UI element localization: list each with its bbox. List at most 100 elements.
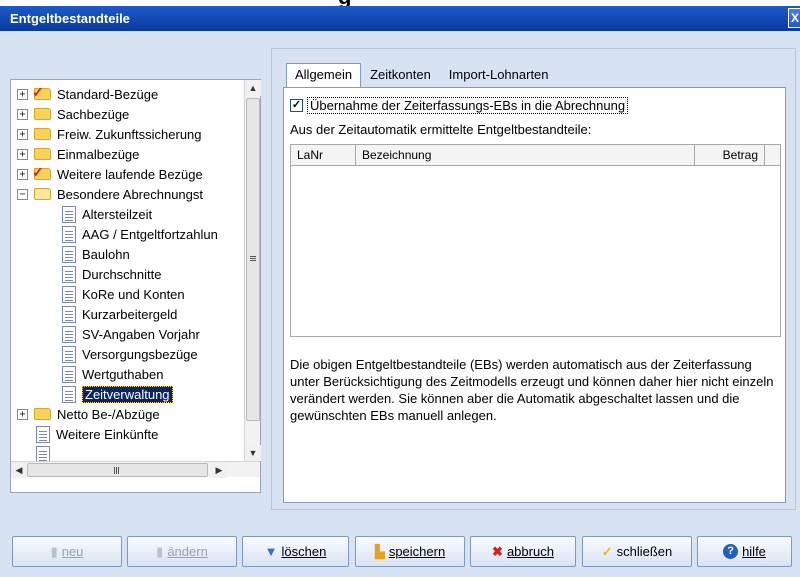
tree-item-label: Besondere Abrechnungst <box>57 186 203 202</box>
tree-item-durchschnitte[interactable]: Durchschnitte <box>62 264 161 284</box>
tree-item-netto-be-abzuege[interactable]: + Netto Be-/Abzüge <box>17 404 160 424</box>
tree-item-versorgungsbezuege[interactable]: Versorgungsbezüge <box>62 344 198 364</box>
folder-icon <box>34 128 51 140</box>
tree-item-label: Durchschnitte <box>82 266 162 282</box>
tree-item-label: Wertguthaben <box>82 366 164 382</box>
tab-page-allgemein: ✓ Übernahme der Zeiterfassungs-EBs in di… <box>283 87 786 503</box>
scroll-down-icon[interactable]: ▼ <box>245 445 261 461</box>
tab-allgemein[interactable]: Allgemein <box>286 63 362 88</box>
column-header-betrag[interactable]: Betrag <box>695 145 765 166</box>
tree-item-freiw-zukunftssicherung[interactable]: + Freiw. Zukunftssicherung <box>17 124 202 144</box>
tree-item-zeitverwaltung[interactable]: Zeitverwaltung <box>62 384 173 404</box>
column-header-lanr[interactable]: LaNr <box>291 145 356 166</box>
document-icon <box>62 365 76 383</box>
document-icon <box>62 325 76 343</box>
tree-item-wertguthaben[interactable]: Wertguthaben <box>62 364 163 384</box>
cancel-icon: ✖ <box>492 544 503 559</box>
scroll-up-icon[interactable]: ▲ <box>245 80 261 96</box>
expand-toggle[interactable]: + <box>17 148 28 160</box>
expand-toggle[interactable]: + <box>17 88 28 100</box>
dialog-window: Entgeltbestandteile X + ✓ Standard-Bezüg… <box>0 6 800 577</box>
document-icon <box>62 285 76 303</box>
detail-panel: Allgemein Zeitkonten Import-Lohnarten ✓ … <box>271 48 796 510</box>
table-caption: Aus der Zeitautomatik ermittelte Entgelt… <box>290 122 592 137</box>
document-icon <box>62 265 76 283</box>
tree-item-label: Sachbezüge <box>57 106 130 122</box>
tree-item-kurzarbeitergeld[interactable]: Kurzarbeitergeld <box>62 304 177 324</box>
expand-toggle[interactable]: + <box>17 168 28 180</box>
new-document-icon: ▮ <box>50 544 58 559</box>
info-text: Die obigen Entgeltbestandteile (EBs) wer… <box>290 357 774 423</box>
document-icon <box>36 425 50 443</box>
tree-item-sachbezuege[interactable]: + Sachbezüge <box>17 104 129 124</box>
delete-icon: ▼ <box>264 544 278 559</box>
tree-item-label: AAG / Entgeltfortzahlun <box>82 226 218 242</box>
uebernahme-checkbox-label[interactable]: Übernahme der Zeiterfassungs-EBs in die … <box>307 97 629 114</box>
window-title: Entgeltbestandteile <box>10 11 130 26</box>
document-icon <box>62 245 76 263</box>
column-header-bezeichnung[interactable]: Bezeichnung <box>356 145 695 166</box>
category-tree[interactable]: + ✓ Standard-Bezüge + Sachbezüge + Freiw… <box>10 79 261 493</box>
tree-item-label: Standard-Bezüge <box>57 86 159 102</box>
tree-item-label: Netto Be-/Abzüge <box>57 406 160 422</box>
expand-toggle[interactable]: + <box>17 108 28 120</box>
delete-button[interactable]: ▼ löschen <box>242 536 349 567</box>
tree-item-label: Einmalbezüge <box>57 146 140 162</box>
tree-item-label: Weitere laufende Bezüge <box>57 166 203 182</box>
folder-icon <box>34 108 51 120</box>
tree-item-einmalbezuege[interactable]: + Einmalbezüge <box>17 144 139 164</box>
tree-item-kore-und-konten[interactable]: KoRe und Konten <box>62 284 185 304</box>
folder-checked-icon: ✓ <box>32 165 51 180</box>
scroll-right-icon[interactable]: ▶ <box>211 462 227 478</box>
tree-item-label: Altersteilzeit <box>82 206 153 222</box>
help-button[interactable]: ? hilfe <box>697 536 792 567</box>
document-icon <box>62 385 76 403</box>
expand-toggle[interactable]: + <box>17 408 28 420</box>
tree-item-partial <box>36 444 56 461</box>
edit-button[interactable]: ▮ ändern <box>127 536 237 567</box>
cancel-button[interactable]: ✖ abbruch <box>470 536 576 567</box>
tree-item-aag-entgeltfortzahlung[interactable]: AAG / Entgeltfortzahlun <box>62 224 218 244</box>
tree-item-label: Weitere Einkünfte <box>56 426 159 442</box>
document-icon <box>62 205 76 223</box>
tree-item-altersteilzeit[interactable]: Altersteilzeit <box>62 204 152 224</box>
uebernahme-checkbox[interactable]: ✓ <box>290 99 303 112</box>
title-bar: Entgeltbestandteile X <box>0 6 800 31</box>
expand-toggle[interactable]: + <box>17 128 28 140</box>
tree-item-label: SV-Angaben Vorjahr <box>82 326 200 342</box>
tree-vertical-scrollbar[interactable]: ▲ ▼ <box>244 80 261 461</box>
tree-item-label: Freiw. Zukunftssicherung <box>57 126 202 142</box>
tree-horizontal-scrollbar[interactable]: ◀ ▶ <box>11 461 260 478</box>
folder-icon <box>34 148 51 160</box>
scroll-thumb[interactable] <box>27 463 208 477</box>
tree-item-baulohn[interactable]: Baulohn <box>62 244 130 264</box>
collapse-toggle[interactable]: − <box>17 188 28 200</box>
tab-zeitkonten[interactable]: Zeitkonten <box>361 63 440 88</box>
entgelt-table[interactable]: LaNr Bezeichnung Betrag <box>290 144 781 337</box>
tree-item-weitere-laufende-bezuege[interactable]: + ✓ Weitere laufende Bezüge <box>17 164 203 184</box>
scroll-left-icon[interactable]: ◀ <box>11 462 27 478</box>
tree-item-weitere-einkuenfte[interactable]: Weitere Einkünfte <box>36 424 158 444</box>
tree-item-label: Baulohn <box>82 246 130 262</box>
tree-item-sv-angaben-vorjahr[interactable]: SV-Angaben Vorjahr <box>62 324 200 344</box>
uebernahme-checkbox-row[interactable]: ✓ Übernahme der Zeiterfassungs-EBs in di… <box>290 97 629 114</box>
tree-item-besondere-abrechnungst[interactable]: − Besondere Abrechnungst <box>17 184 203 204</box>
edit-icon: ▮ <box>156 544 164 559</box>
tree-item-label: Zeitverwaltung <box>82 385 173 403</box>
tree-item-label: KoRe und Konten <box>82 286 185 302</box>
save-icon: ▙ <box>374 544 385 559</box>
scroll-thumb[interactable] <box>246 98 260 421</box>
new-button[interactable]: ▮ neu <box>12 536 122 567</box>
button-bar: ▮ neu ▮ ändern ▼ löschen ▙ speichern ✖ a… <box>0 529 800 577</box>
close-check-icon: ✓ <box>601 544 613 559</box>
help-icon: ? <box>723 544 739 559</box>
close-dialog-button[interactable]: ✓ schließen <box>582 536 692 567</box>
tab-import-lohnarten[interactable]: Import-Lohnarten <box>440 63 558 88</box>
folder-checked-icon: ✓ <box>32 85 51 100</box>
tree-item-standard-bezuege[interactable]: + ✓ Standard-Bezüge <box>17 84 158 104</box>
save-button[interactable]: ▙ speichern <box>355 536 465 567</box>
tree-item-label: Kurzarbeitergeld <box>82 306 178 322</box>
folder-icon <box>34 408 51 420</box>
close-button[interactable]: X <box>788 8 800 28</box>
tree-items: + ✓ Standard-Bezüge + Sachbezüge + Freiw… <box>11 80 244 461</box>
